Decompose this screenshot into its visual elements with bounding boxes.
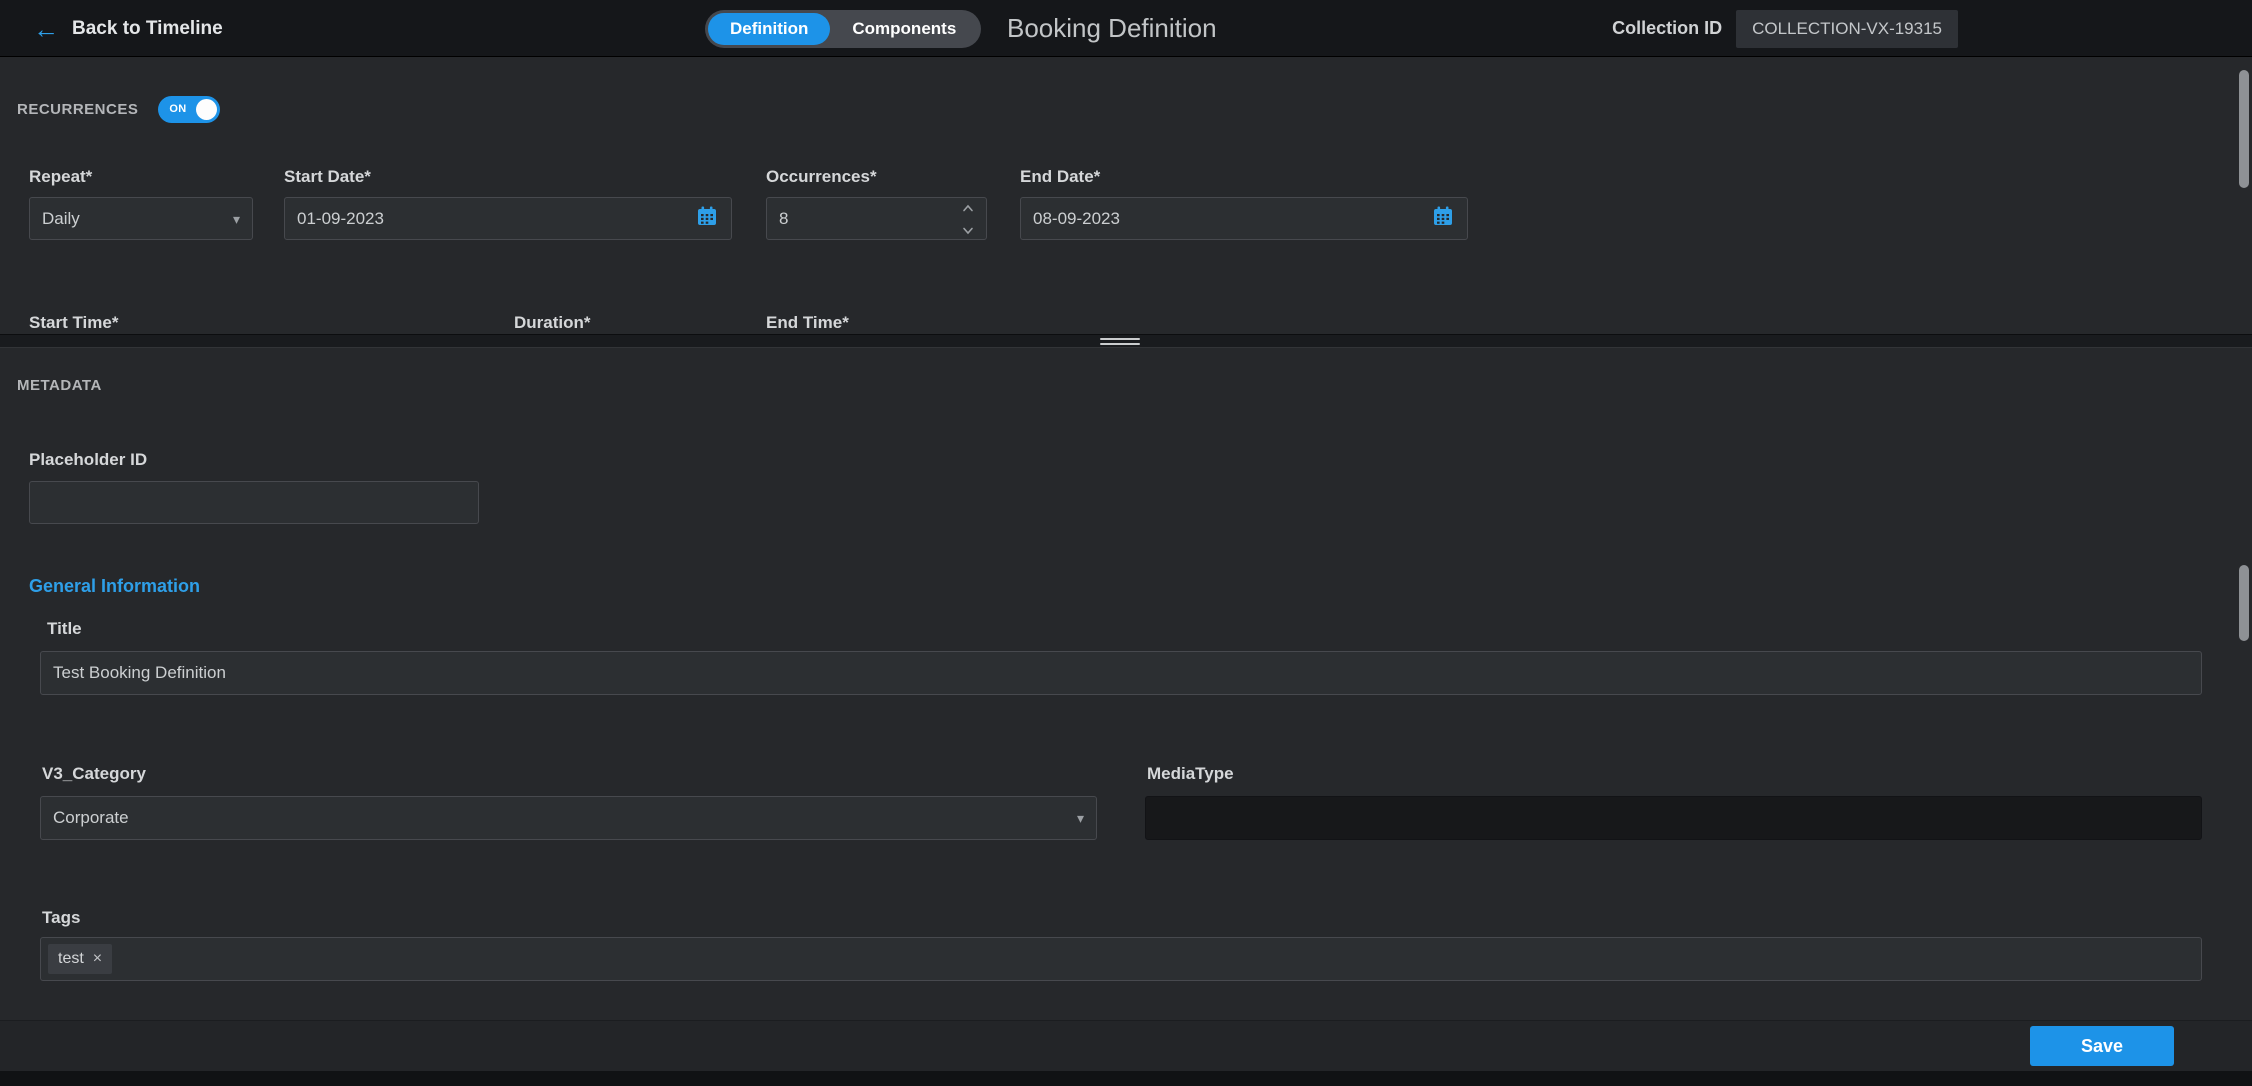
metadata-panel: METADATA Placeholder ID General Informat…	[0, 348, 2252, 1020]
chevron-down-icon: ▾	[1077, 811, 1084, 825]
recurrences-header: RECURRENCES ON	[17, 95, 220, 123]
tag-remove-icon[interactable]: ×	[93, 951, 102, 967]
end-date-input[interactable]: 08-09-2023	[1020, 197, 1468, 240]
start-date-label: Start Date*	[284, 167, 371, 187]
general-information-heading: General Information	[29, 576, 200, 597]
bottom-strip	[0, 1071, 2252, 1086]
spinner-up-icon[interactable]	[962, 197, 974, 217]
tags-label: Tags	[42, 908, 80, 928]
placeholder-id-input[interactable]	[29, 481, 479, 524]
page-title: Booking Definition	[1007, 0, 1217, 57]
repeat-value: Daily	[42, 209, 80, 229]
footer-bar: Save	[0, 1020, 2252, 1071]
end-date-label: End Date*	[1020, 167, 1100, 187]
spinner-down-icon[interactable]	[962, 220, 974, 240]
chevron-down-icon: ▾	[233, 212, 240, 226]
start-date-input[interactable]: 01-09-2023	[284, 197, 732, 240]
tag-chip: test ×	[48, 944, 112, 974]
mediatype-input[interactable]	[1145, 796, 2202, 840]
metadata-heading: METADATA	[17, 377, 102, 394]
recurrences-toggle[interactable]: ON	[158, 96, 220, 123]
number-spinner	[962, 197, 974, 240]
title-input[interactable]	[40, 651, 2202, 695]
duration-label: Duration*	[514, 313, 591, 333]
back-to-timeline-button[interactable]: ← Back to Timeline	[33, 0, 223, 57]
calendar-icon[interactable]	[1431, 204, 1455, 233]
end-date-value: 08-09-2023	[1033, 209, 1120, 229]
tab-components[interactable]: Components	[830, 13, 978, 45]
mediatype-label: MediaType	[1147, 764, 1234, 784]
occurrences-label: Occurrences*	[766, 167, 877, 187]
recurrences-heading: RECURRENCES	[17, 101, 138, 118]
start-date-value: 01-09-2023	[297, 209, 384, 229]
collection-id-label: Collection ID	[1612, 18, 1722, 39]
end-time-label: End Time*	[766, 313, 849, 333]
occurrences-value: 8	[779, 209, 788, 229]
toggle-knob	[196, 99, 217, 120]
v3-category-value: Corporate	[53, 808, 129, 828]
collection-id-group: Collection ID COLLECTION-VX-19315	[1612, 0, 1958, 57]
toggle-state-label: ON	[169, 103, 186, 115]
back-arrow-icon: ←	[33, 16, 59, 42]
panel-splitter[interactable]	[0, 334, 2252, 348]
back-to-timeline-label: Back to Timeline	[72, 18, 223, 40]
tag-chip-text: test	[58, 950, 84, 968]
v3-category-select[interactable]: Corporate ▾	[40, 796, 1097, 840]
save-button[interactable]: Save	[2030, 1026, 2174, 1066]
start-time-label: Start Time*	[29, 313, 118, 333]
top-bar: ← Back to Timeline Definition Components…	[0, 0, 2252, 57]
recurrences-panel: RECURRENCES ON Repeat* Start Date* Occur…	[0, 57, 2252, 334]
scrollbar-thumb-upper[interactable]	[2239, 70, 2249, 188]
occurrences-input[interactable]: 8	[766, 197, 987, 240]
calendar-icon[interactable]	[695, 204, 719, 233]
repeat-label: Repeat*	[29, 167, 92, 187]
tags-input[interactable]: test ×	[40, 937, 2202, 981]
v3-category-label: V3_Category	[42, 764, 146, 784]
tab-definition[interactable]: Definition	[708, 13, 830, 45]
view-tab-group: Definition Components	[705, 10, 981, 48]
splitter-handle[interactable]	[1100, 338, 1140, 345]
scrollbar-thumb-lower[interactable]	[2239, 565, 2249, 641]
title-label: Title	[47, 619, 82, 639]
repeat-select[interactable]: Daily ▾	[29, 197, 253, 240]
collection-id-value: COLLECTION-VX-19315	[1736, 10, 1958, 48]
placeholder-id-label: Placeholder ID	[29, 450, 147, 470]
